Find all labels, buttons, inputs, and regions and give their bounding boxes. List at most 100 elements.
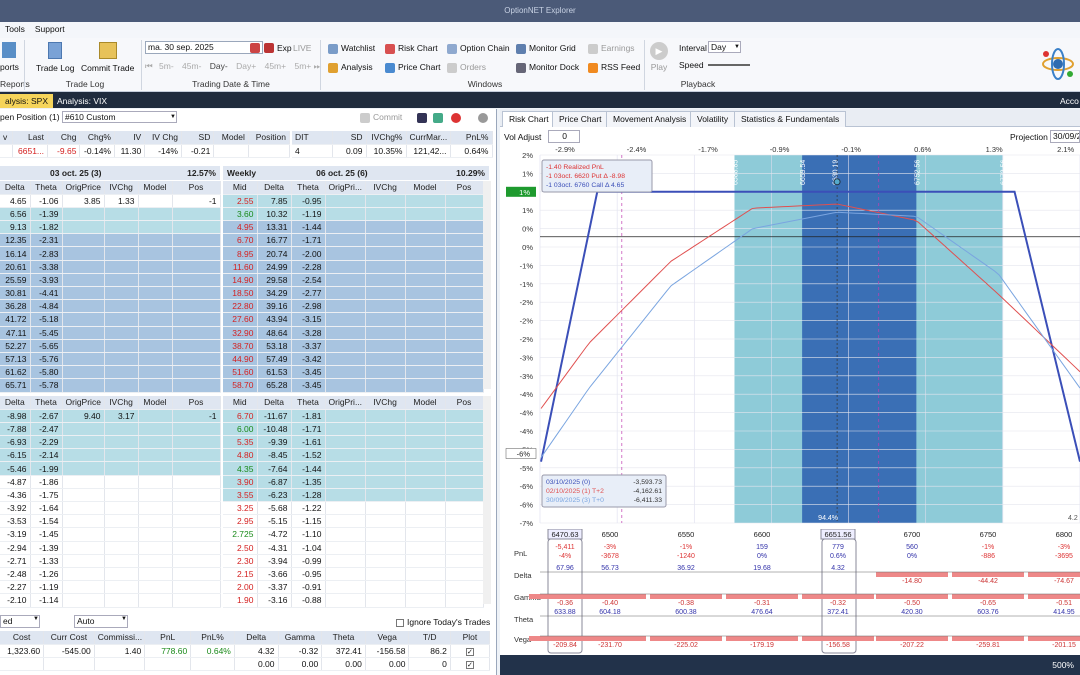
trading-date-input[interactable]: ma. 30 sep. 2025 xyxy=(145,41,263,54)
table-row[interactable]: 6.00 -10.48 -1.71 xyxy=(223,422,484,437)
step-5m-fwd[interactable]: 5m+ xyxy=(294,61,311,71)
table-row[interactable]: 2.15 -3.66 -0.95 xyxy=(223,567,484,582)
table-row[interactable]: 57.13 -5.76 xyxy=(0,352,221,367)
table-row[interactable]: -8.98 -2.67 9.40 3.17 -1 xyxy=(0,409,221,423)
live-label[interactable]: LIVE xyxy=(293,43,311,53)
tab-movement-analysis[interactable]: Movement Analysis xyxy=(606,111,694,127)
gear-icon[interactable] xyxy=(478,113,488,123)
commit-button[interactable]: Commit xyxy=(360,112,402,123)
table-row[interactable]: 11.60 24.99 -2.28 xyxy=(223,260,484,274)
table-row[interactable]: 6.56 -1.39 xyxy=(0,207,221,222)
watchlist-button[interactable]: Watchlist xyxy=(328,43,375,54)
ignore-today-checkbox[interactable]: Ignore Today's Trades xyxy=(396,617,490,627)
earnings-button[interactable]: Earnings xyxy=(588,43,635,54)
table-row[interactable]: -2.94 -1.39 xyxy=(0,541,221,555)
table-row[interactable]: 2.30 -3.94 -0.99 xyxy=(223,554,484,568)
table-row[interactable]: -3.19 -1.45 xyxy=(0,527,221,542)
table-row[interactable]: 3.90 -6.87 -1.35 xyxy=(223,475,484,489)
table-row[interactable]: -5.46 -1.99 xyxy=(0,461,221,476)
table-row[interactable]: -3.92 -1.64 xyxy=(0,501,221,516)
table-row[interactable]: 2.55 7.85 -0.95 xyxy=(223,194,484,208)
scrollbar[interactable] xyxy=(483,396,491,604)
table-row[interactable]: 6.70 16.77 -1.71 xyxy=(223,233,484,248)
table-row[interactable]: 18.50 34.29 -2.77 xyxy=(223,286,484,301)
table-row[interactable]: 6.70 -11.67 -1.81 xyxy=(223,409,484,423)
trade-log-button[interactable]: Trade Log xyxy=(36,42,74,73)
auto-select[interactable]: Auto ▼ xyxy=(74,615,128,628)
table-row[interactable]: 61.62 -5.80 xyxy=(0,365,221,380)
option-chain-button[interactable]: Option Chain xyxy=(447,43,510,54)
table-row[interactable]: -4.87 -1.86 xyxy=(0,475,221,489)
table-row[interactable]: 3.25 -5.68 -1.22 xyxy=(223,501,484,516)
table-row[interactable]: 58.70 65.28 -3.45 xyxy=(223,378,484,393)
scrollbar[interactable] xyxy=(483,181,491,389)
table-row[interactable]: 52.27 -5.65 xyxy=(0,339,221,353)
analysis-button[interactable]: Analysis xyxy=(328,62,373,73)
table-row[interactable]: 2.95 -5.15 -1.15 xyxy=(223,514,484,529)
projection-date-input[interactable]: 30/09/2 xyxy=(1050,130,1080,143)
export-icon[interactable] xyxy=(433,113,443,123)
tab-analysis-vix[interactable]: Analysis: VIX xyxy=(52,94,112,108)
table-row[interactable]: 27.60 43.94 -3.15 xyxy=(223,312,484,327)
monitor-dock-button[interactable]: Monitor Dock xyxy=(516,62,579,73)
interval-select[interactable]: Day ▼ xyxy=(708,41,741,53)
table-row[interactable]: 65.71 -5.78 xyxy=(0,378,221,393)
table-row[interactable]: 16.14 -2.83 xyxy=(0,246,221,261)
plot-checkbox[interactable]: ✓ xyxy=(465,647,474,656)
table-row[interactable]: -2.10 -1.14 xyxy=(0,593,221,608)
table-row[interactable]: 38.70 53.18 -3.37 xyxy=(223,339,484,353)
step-45m-fwd[interactable]: 45m+ xyxy=(265,61,287,71)
exp-icon[interactable] xyxy=(264,43,274,53)
calendar-icon[interactable] xyxy=(250,43,260,53)
table-row[interactable]: 5.35 -9.39 -1.61 xyxy=(223,435,484,450)
table-row[interactable]: 3.60 10.32 -1.19 xyxy=(223,207,484,222)
table-row[interactable]: 9.13 -1.82 xyxy=(0,220,221,235)
table-row[interactable]: -2.48 -1.26 xyxy=(0,567,221,582)
table-row[interactable]: 41.72 -5.18 xyxy=(0,312,221,327)
monitor-grid-button[interactable]: Monitor Grid xyxy=(516,43,576,54)
table-row[interactable]: 20.61 -3.38 xyxy=(0,260,221,274)
play-button[interactable]: ▶ Play xyxy=(650,42,668,72)
table-row[interactable]: 47.11 -5.45 xyxy=(0,326,221,340)
reports-button[interactable]: ports xyxy=(0,42,19,72)
table-row[interactable]: 4.35 -7.64 -1.44 xyxy=(223,461,484,476)
table-row[interactable]: 14.90 29.58 -2.54 xyxy=(223,273,484,288)
tab-account[interactable]: Acco xyxy=(1055,94,1080,108)
table-row[interactable]: 3.55 -6.23 -1.28 xyxy=(223,488,484,503)
tab-risk-chart[interactable]: Risk Chart xyxy=(502,111,556,127)
risk-chart-button[interactable]: Risk Chart xyxy=(385,43,438,54)
table-row[interactable]: 25.59 -3.93 xyxy=(0,273,221,288)
orders-button[interactable]: Orders xyxy=(447,62,486,73)
table-row[interactable]: 30.81 -4.41 xyxy=(0,286,221,301)
menu-tools[interactable]: Tools xyxy=(0,22,30,36)
table-row[interactable]: -6.15 -2.14 xyxy=(0,448,221,463)
table-row[interactable]: 12.35 -2.31 xyxy=(0,233,221,248)
risk-chart[interactable]: 2% 1% 1% 1% 0% 0% -1% -1% -2% -2% -2% -3% -3% -4% -4% -… xyxy=(500,145,1080,529)
table-row[interactable]: 4.65 -1.06 3.85 1.33 -1 xyxy=(0,194,221,208)
plot-checkbox[interactable]: ✓ xyxy=(465,660,474,669)
table-row[interactable]: 44.90 57.49 -3.42 xyxy=(223,352,484,367)
table-row[interactable]: 22.80 39.16 -2.98 xyxy=(223,299,484,314)
table-row[interactable]: 2.50 -4.31 -1.04 xyxy=(223,541,484,555)
exp-label[interactable]: Exp xyxy=(277,43,292,53)
table-row[interactable]: -2.71 -1.33 xyxy=(0,554,221,568)
table-row[interactable]: 8.95 20.74 -2.00 xyxy=(223,246,484,261)
table-row[interactable]: -6.93 -2.29 xyxy=(0,435,221,450)
table-row[interactable]: 2.00 -3.37 -0.91 xyxy=(223,580,484,595)
close-icon[interactable] xyxy=(451,113,461,123)
step-5m-back[interactable]: 5m- xyxy=(159,61,174,71)
table-row[interactable]: -7.88 -2.47 xyxy=(0,422,221,437)
position-select[interactable]: #610 Custom ▼ xyxy=(62,111,177,123)
table-row[interactable]: 4.80 -8.45 -1.52 xyxy=(223,448,484,463)
step-day-back[interactable]: Day- xyxy=(210,61,228,71)
speed-slider[interactable] xyxy=(708,64,750,66)
table-row[interactable]: 32.90 48.64 -3.28 xyxy=(223,326,484,340)
price-chart-button[interactable]: Price Chart xyxy=(385,62,441,73)
table-row[interactable]: -3.53 -1.54 xyxy=(0,514,221,529)
rss-feed-button[interactable]: RSS Feed xyxy=(588,62,640,73)
commit-trade-button[interactable]: Commit Trade xyxy=(81,42,134,73)
tab-price-chart[interactable]: Price Chart xyxy=(552,111,609,127)
step-45m-back[interactable]: 45m- xyxy=(182,61,201,71)
table-row[interactable]: 2.725 -4.72 -1.10 xyxy=(223,527,484,542)
table-row[interactable]: 51.60 61.53 -3.45 xyxy=(223,365,484,380)
